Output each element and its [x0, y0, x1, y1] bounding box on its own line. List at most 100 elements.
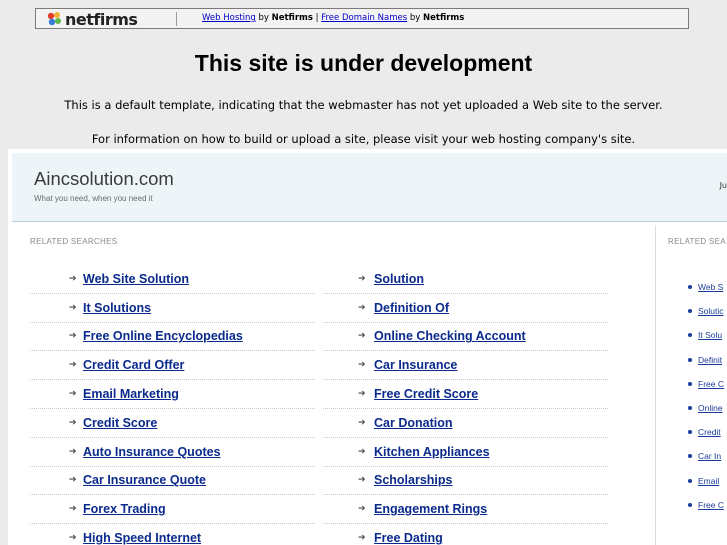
- related-search-item: ➔ Forex Trading: [30, 495, 315, 525]
- related-search-link[interactable]: Solution: [374, 272, 424, 286]
- related-search-link[interactable]: Car Donation: [374, 416, 452, 430]
- related-search-link[interactable]: Email Marketing: [83, 387, 179, 401]
- bullet-icon: [688, 333, 692, 338]
- arrow-icon: ➔: [358, 533, 366, 544]
- side-search-item: Online: [688, 396, 724, 420]
- related-search-link[interactable]: Kitchen Appliances: [374, 445, 490, 459]
- column-divider: [655, 225, 656, 545]
- side-search-link[interactable]: Credit: [698, 427, 721, 437]
- related-search-link[interactable]: Forex Trading: [83, 502, 166, 516]
- related-search-link[interactable]: High Speed Internet: [83, 531, 201, 545]
- related-search-item: ➔ Free Credit Score: [323, 380, 608, 409]
- parked-header: Aincsolution.com What you need, when you…: [12, 153, 727, 222]
- related-search-link[interactable]: Online Checking Account: [374, 329, 526, 343]
- side-search-link[interactable]: Definit: [698, 355, 722, 365]
- related-search-item: ➔ Car Insurance: [323, 351, 608, 381]
- bullet-icon: [688, 406, 692, 411]
- related-search-link[interactable]: Auto Insurance Quotes: [83, 445, 221, 459]
- side-search-link[interactable]: Free C: [698, 379, 724, 389]
- arrow-icon: ➔: [69, 302, 77, 313]
- related-search-item: ➔ Definition Of: [323, 294, 608, 323]
- banner-brand-2: Netfirms: [423, 13, 465, 23]
- related-search-link[interactable]: It Solutions: [83, 301, 151, 315]
- related-search-link[interactable]: Engagement Rings: [374, 502, 487, 516]
- arrow-icon: ➔: [358, 417, 366, 428]
- side-related-searches-heading: RELATED SEA: [668, 237, 726, 246]
- related-search-link[interactable]: Web Site Solution: [83, 272, 189, 286]
- side-search-link[interactable]: Online: [698, 403, 723, 413]
- side-search-item: Solutic: [688, 299, 724, 323]
- arrow-icon: ➔: [69, 417, 77, 428]
- side-search-link[interactable]: Solutic: [698, 306, 724, 316]
- related-search-item: ➔ Solution: [323, 265, 608, 294]
- related-search-item: ➔ Kitchen Appliances: [323, 438, 608, 467]
- related-search-item: ➔ High Speed Internet: [30, 524, 315, 545]
- related-search-item: ➔ Car Insurance Quote: [30, 467, 315, 496]
- hosting-info-notice: For information on how to build or uploa…: [91, 132, 636, 146]
- related-searches-heading: RELATED SEARCHES: [30, 237, 118, 246]
- web-hosting-link[interactable]: Web Hosting: [202, 13, 256, 23]
- related-search-link[interactable]: Free Online Encyclopedias: [83, 329, 243, 343]
- arrow-icon: ➔: [358, 389, 366, 400]
- side-search-item: Free C: [688, 493, 724, 517]
- side-search-link[interactable]: Car In: [698, 451, 721, 461]
- banner-brand-1: Netfirms: [271, 13, 313, 23]
- bullet-icon: [688, 454, 692, 459]
- side-related-links: Web S Solutic It Solu Definit Free C Online Cr…: [688, 275, 724, 517]
- related-search-item: ➔ Email Marketing: [30, 380, 315, 409]
- related-search-item: ➔ Engagement Rings: [323, 495, 608, 525]
- site-name[interactable]: Aincsolution.com: [34, 168, 174, 190]
- related-search-link[interactable]: Definition Of: [374, 301, 449, 315]
- side-search-link[interactable]: Free C: [698, 500, 724, 510]
- banner-divider: [176, 12, 177, 26]
- arrow-icon: ➔: [69, 504, 77, 515]
- related-search-link[interactable]: Credit Score: [83, 416, 157, 430]
- header-corner-text: Ju: [719, 181, 727, 190]
- related-search-item: ➔ Free Dating: [323, 524, 608, 545]
- page-title: This site is under development: [194, 50, 533, 76]
- side-search-item: It Solu: [688, 323, 724, 347]
- banner-links: Web Hosting by Netfirms | Free Domain Na…: [202, 13, 464, 23]
- arrow-icon: ➔: [358, 302, 366, 313]
- related-search-item: ➔ Free Online Encyclopedias: [30, 323, 315, 352]
- related-links-left: ➔ Web Site Solution ➔ It Solutions ➔ Free Onl…: [30, 265, 315, 545]
- side-search-link[interactable]: Email: [698, 476, 719, 486]
- parked-page-frame: Aincsolution.com What you need, when you…: [8, 149, 727, 545]
- related-search-link[interactable]: Free Dating: [374, 531, 443, 545]
- default-template-notice: This is a default template, indicating t…: [64, 98, 663, 112]
- bullet-icon: [688, 381, 692, 386]
- side-search-item: Definit: [688, 348, 724, 372]
- netfirms-logo-icon: [46, 11, 64, 27]
- bullet-icon: [688, 478, 692, 483]
- related-search-item: ➔ Scholarships: [323, 467, 608, 496]
- netfirms-logo-text: netfirms: [65, 9, 138, 29]
- arrow-icon: ➔: [358, 504, 366, 515]
- arrow-icon: ➔: [69, 446, 77, 457]
- banner-by-1: by: [258, 13, 269, 23]
- arrow-icon: ➔: [69, 360, 77, 371]
- related-search-item: ➔ Credit Score: [30, 409, 315, 438]
- arrow-icon: ➔: [69, 475, 77, 486]
- related-search-link[interactable]: Car Insurance Quote: [83, 473, 206, 487]
- bullet-icon: [688, 285, 692, 290]
- side-search-link[interactable]: It Solu: [698, 330, 722, 340]
- arrow-icon: ➔: [358, 475, 366, 486]
- netfirms-logo[interactable]: netfirms: [46, 9, 138, 29]
- side-search-link[interactable]: Web S: [698, 282, 723, 292]
- related-search-item: ➔ Web Site Solution: [30, 265, 315, 294]
- related-search-link[interactable]: Free Credit Score: [374, 387, 478, 401]
- related-search-link[interactable]: Car Insurance: [374, 358, 457, 372]
- related-search-item: ➔ Online Checking Account: [323, 323, 608, 352]
- arrow-icon: ➔: [69, 273, 77, 284]
- arrow-icon: ➔: [358, 446, 366, 457]
- free-domain-names-link[interactable]: Free Domain Names: [321, 13, 407, 23]
- side-search-item: Credit: [688, 420, 724, 444]
- side-search-item: Car In: [688, 444, 724, 468]
- side-search-item: Web S: [688, 275, 724, 299]
- related-search-link[interactable]: Scholarships: [374, 473, 453, 487]
- related-search-link[interactable]: Credit Card Offer: [83, 358, 184, 372]
- bullet-icon: [688, 357, 692, 362]
- related-search-item: ➔ Car Donation: [323, 409, 608, 438]
- related-links-right: ➔ Solution ➔ Definition Of ➔ Online Checking …: [323, 265, 608, 545]
- arrow-icon: ➔: [358, 360, 366, 371]
